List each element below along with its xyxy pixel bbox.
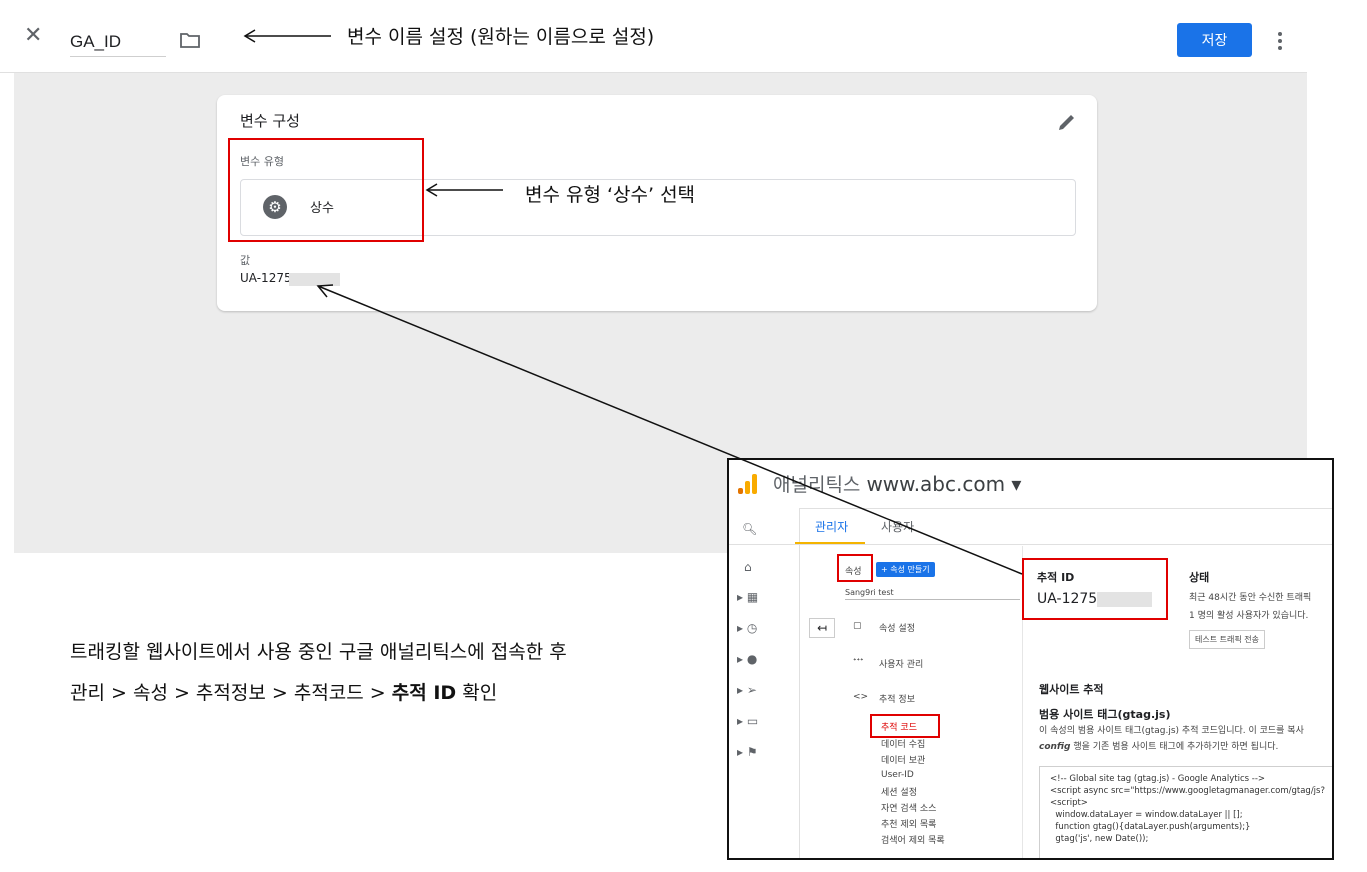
app-name: 애널리틱스 bbox=[773, 474, 861, 496]
pencil-icon[interactable] bbox=[1057, 112, 1077, 136]
analytics-logo-icon bbox=[737, 472, 759, 500]
annotation-variable-type: 변수 유형 ‘상수’ 선택 bbox=[525, 184, 696, 206]
home-icon[interactable]: ⌂ bbox=[744, 560, 752, 574]
annotation-variable-name: 변수 이름 설정 (원하는 이름으로 설정) bbox=[347, 26, 655, 48]
menu-tracking-info[interactable]: 추적 정보 bbox=[879, 692, 915, 705]
submenu-user-id[interactable]: User-ID bbox=[881, 770, 914, 780]
flag-icon[interactable]: ▸ ⚑ bbox=[737, 745, 758, 759]
gtag-config-bold: config bbox=[1039, 742, 1071, 752]
more-vert-icon[interactable] bbox=[1270, 28, 1290, 54]
tracking-id-value: UA-1275 bbox=[1037, 591, 1098, 607]
variable-name-input[interactable] bbox=[70, 28, 166, 57]
instruction-suffix: 확인 bbox=[456, 682, 498, 704]
code-line: <!-- Global site tag (gtag.js) - Google … bbox=[1050, 774, 1266, 784]
website-tracking-heading: 웹사이트 추적 bbox=[1039, 683, 1104, 696]
search-icon[interactable]: 🔍︎ bbox=[742, 522, 757, 536]
instruction-line-1: 트래킹할 웹사이트에서 사용 중인 구글 애널리틱스에 접속한 후 bbox=[70, 641, 567, 663]
submenu-data-retention[interactable]: 데이터 보관 bbox=[881, 753, 925, 766]
gtag-description-2-text: 행을 기존 범용 사이트 태그에 추가하기만 하면 됩니다. bbox=[1070, 742, 1279, 752]
menu-icon-settings: ▢ bbox=[853, 621, 862, 631]
analytics-app-name: 애널리틱스 www.abc.com ▾ bbox=[773, 470, 1021, 497]
submenu-organic-sources[interactable]: 자연 검색 소스 bbox=[881, 801, 936, 814]
redacted-tracking-id bbox=[1097, 592, 1152, 607]
code-line: <script> bbox=[1050, 798, 1088, 808]
site-selector[interactable]: www.abc.com ▾ bbox=[866, 472, 1021, 496]
menu-user-management[interactable]: 사용자 관리 bbox=[879, 657, 923, 670]
acquisition-icon[interactable]: ▸ ➢ bbox=[737, 683, 757, 697]
folder-icon[interactable] bbox=[180, 32, 200, 52]
code-line: <script async src="https://www.googletag… bbox=[1050, 786, 1325, 796]
highlight-box-tracking-id bbox=[1022, 558, 1168, 620]
tab-user[interactable]: 사용자 bbox=[881, 518, 914, 535]
behavior-icon[interactable]: ▸ ▭ bbox=[737, 714, 758, 728]
clock-icon[interactable]: ▸ ◷ bbox=[737, 621, 757, 635]
highlight-box-property bbox=[837, 554, 873, 582]
tabs-divider bbox=[729, 544, 1332, 545]
code-line: gtag('js', new Date()); bbox=[1050, 834, 1149, 844]
highlight-box-type bbox=[228, 138, 424, 242]
back-arrow-icon[interactable]: ↤ bbox=[809, 618, 835, 638]
test-traffic-button[interactable]: 테스트 트래픽 전송 bbox=[1189, 630, 1265, 649]
highlight-box-tracking-code bbox=[870, 714, 940, 738]
close-icon[interactable]: ✕ bbox=[24, 24, 42, 48]
arrow-to-type bbox=[425, 182, 505, 201]
submenu-referral-exclusion[interactable]: 추천 제외 목록 bbox=[881, 817, 936, 830]
submenu-data-collection[interactable]: 데이터 수집 bbox=[881, 737, 925, 750]
gtag-description-1: 이 속성의 범용 사이트 태그(gtag.js) 추적 코드입니다. 이 코드를… bbox=[1039, 726, 1304, 736]
person-icon[interactable]: ▸ ● bbox=[737, 652, 757, 666]
inset-divider bbox=[729, 508, 1332, 509]
property-select[interactable]: Sang9ri test bbox=[845, 588, 1020, 600]
tracking-id-label: 추적 ID bbox=[1037, 571, 1075, 584]
dashboard-icon[interactable]: ▸ ▦ bbox=[737, 590, 758, 604]
redacted-value bbox=[289, 273, 340, 286]
card-title: 변수 구성 bbox=[240, 112, 300, 130]
code-line: window.dataLayer = window.dataLayer || [… bbox=[1050, 810, 1243, 820]
create-property-button[interactable]: + 속성 만들기 bbox=[876, 562, 935, 577]
code-brackets-icon: <> bbox=[853, 692, 869, 702]
instruction-bold: 추적 ID bbox=[391, 682, 457, 704]
gtag-title: 범용 사이트 태그(gtag.js) bbox=[1039, 708, 1171, 721]
code-line: function gtag(){dataLayer.push(arguments… bbox=[1050, 822, 1251, 832]
save-button[interactable]: 저장 bbox=[1177, 23, 1252, 57]
instruction-line-2: 관리 > 속성 > 추적정보 > 추적코드 > 추적 ID 확인 bbox=[70, 678, 497, 705]
value-text: UA-1275 bbox=[240, 271, 292, 285]
tab-admin[interactable]: 관리자 bbox=[815, 518, 848, 535]
submenu-search-term-exclusion[interactable]: 검색어 제외 목록 bbox=[881, 833, 945, 846]
code-snippet-box[interactable]: <!-- Global site tag (gtag.js) - Google … bbox=[1039, 766, 1332, 858]
gtag-description-2: config 행을 기존 범용 사이트 태그에 추가하기만 하면 됩니다. bbox=[1039, 739, 1278, 752]
value-label: 값 bbox=[240, 254, 251, 267]
status-line-1: 최근 48시간 동안 수신한 트래픽 bbox=[1189, 593, 1312, 603]
menu-property-settings[interactable]: 속성 설정 bbox=[879, 621, 915, 634]
menu-icon-users: ᐩᐩᐩ bbox=[853, 657, 864, 667]
instruction-path: 관리 > 속성 > 추적정보 > 추적코드 > bbox=[70, 682, 392, 704]
analytics-screenshot: 애널리틱스 www.abc.com ▾ 🔍︎ ⌂ ▸ ▦ ▸ ◷ ▸ ● ▸ ➢… bbox=[727, 458, 1334, 860]
submenu-session-settings[interactable]: 세션 설정 bbox=[881, 785, 917, 798]
arrow-to-name bbox=[243, 24, 333, 48]
status-label: 상태 bbox=[1189, 571, 1210, 584]
code-snippet: <!-- Global site tag (gtag.js) - Google … bbox=[1040, 767, 1332, 845]
status-line-2: 1 명의 활성 사용자가 있습니다. bbox=[1189, 611, 1309, 621]
